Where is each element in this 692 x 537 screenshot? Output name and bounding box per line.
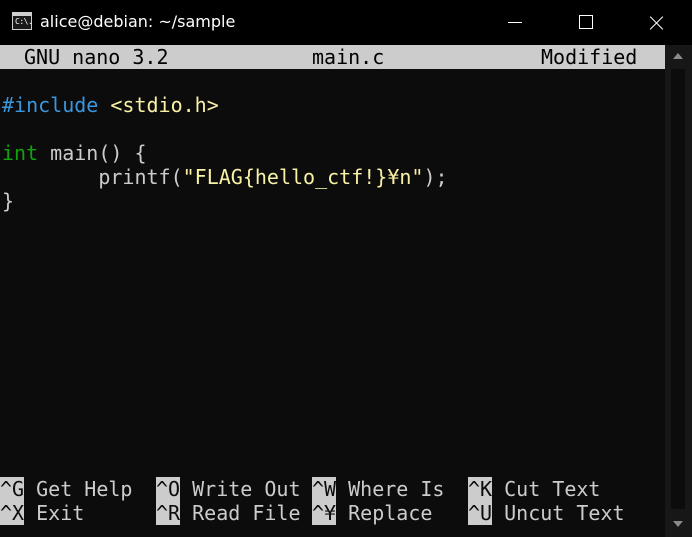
- shortcut-key: ^¥: [312, 501, 337, 525]
- scroll-up-icon[interactable]: [673, 53, 683, 59]
- shortcut-key: ^G: [0, 477, 25, 501]
- shortcut-key: ^K: [468, 477, 493, 501]
- terminal-icon[interactable]: C:\.: [12, 12, 33, 30]
- shortcut-replace[interactable]: ^¥ Replace: [312, 501, 432, 525]
- terminal-icon-label: C:\.: [15, 17, 33, 26]
- file-name: main.c: [312, 45, 385, 69]
- function-signature: main() {: [38, 141, 147, 165]
- shortcut-label: Read File: [180, 501, 301, 525]
- shortcut-bar: ^G Get Help ^O Write Out ^W Where Is ^K …: [0, 477, 665, 525]
- string-literal: "FLAG{hello_ctf!}¥n": [182, 165, 424, 189]
- include-directive: #include: [2, 93, 99, 117]
- include-header: <stdio.h>: [110, 93, 219, 117]
- minimize-icon[interactable]: [492, 0, 538, 45]
- shortcut-label: Write Out: [180, 477, 301, 501]
- code-line-1[interactable]: #include <stdio.h>: [2, 93, 219, 117]
- shortcut-key: ^W: [312, 477, 337, 501]
- nano-title-bar: GNU nano 3.2 main.c Modified: [0, 45, 665, 69]
- nano-version: GNU nano 3.2: [24, 45, 169, 69]
- window-title: alice@debian: ~/sample: [40, 12, 236, 31]
- printf-call: printf(: [2, 165, 183, 189]
- shortcut-key: ^R: [156, 501, 181, 525]
- shortcut-label: Where Is: [336, 477, 445, 501]
- modified-status: Modified: [541, 45, 638, 69]
- shortcut-label: Replace: [336, 501, 433, 525]
- scroll-down-icon[interactable]: [673, 521, 683, 527]
- shortcut-write-out[interactable]: ^O Write Out: [156, 477, 301, 501]
- code-line-5[interactable]: }: [2, 189, 14, 213]
- code-line-3[interactable]: int main() {: [2, 141, 147, 165]
- shortcut-label: Uncut Text: [492, 501, 625, 525]
- shortcut-key: ^O: [156, 477, 181, 501]
- editor-area[interactable]: #include <stdio.h> int main() { printf("…: [0, 69, 665, 469]
- closing-brace: }: [2, 189, 15, 213]
- terminal-icon-bar: [13, 13, 31, 16]
- shortcut-get-help[interactable]: ^G Get Help: [0, 477, 132, 501]
- close-icon[interactable]: [634, 0, 680, 45]
- shortcut-exit[interactable]: ^X Exit: [0, 501, 84, 525]
- shortcut-key: ^U: [468, 501, 493, 525]
- type-keyword: int: [2, 141, 39, 165]
- code-line-4[interactable]: printf("FLAG{hello_ctf!}¥n");: [2, 165, 448, 189]
- statement-end: );: [423, 165, 448, 189]
- shortcut-where-is[interactable]: ^W Where Is: [312, 477, 444, 501]
- scroll-thumb[interactable]: [671, 69, 685, 509]
- maximize-icon[interactable]: [563, 0, 609, 45]
- vertical-scrollbar[interactable]: [665, 45, 692, 537]
- shortcut-label: Exit: [24, 501, 85, 525]
- shortcut-key: ^X: [0, 501, 25, 525]
- shortcut-label: Cut Text: [492, 477, 601, 501]
- shortcut-read-file[interactable]: ^R Read File: [156, 501, 301, 525]
- shortcut-label: Get Help: [24, 477, 133, 501]
- shortcut-uncut-text[interactable]: ^U Uncut Text: [468, 501, 625, 525]
- title-bar[interactable]: C:\. alice@debian: ~/sample: [0, 0, 692, 45]
- shortcut-cut-text[interactable]: ^K Cut Text: [468, 477, 600, 501]
- terminal-window: C:\. alice@debian: ~/sample GNU nano 3.2…: [0, 0, 692, 537]
